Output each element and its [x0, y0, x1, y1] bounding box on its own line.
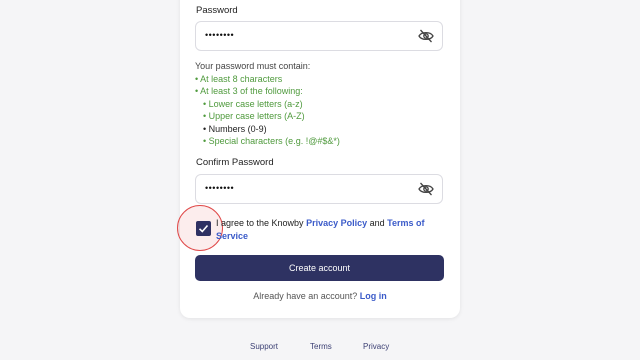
- requirement-item: • Numbers (0-9): [203, 123, 267, 134]
- create-account-button[interactable]: Create account: [195, 255, 444, 281]
- password-value: ••••••••: [205, 30, 235, 40]
- login-prompt: Already have an account? Log in: [180, 291, 460, 301]
- eye-slash-icon[interactable]: [418, 29, 434, 43]
- requirement-item: • Lower case letters (a-z): [203, 98, 303, 109]
- requirements-intro: Your password must contain:: [195, 61, 311, 71]
- agree-checkbox[interactable]: [196, 221, 211, 236]
- password-field[interactable]: ••••••••: [195, 21, 443, 51]
- agree-prefix: I agree to the Knowby: [216, 218, 307, 228]
- requirement-item: • Special characters (e.g. !@#$&*): [203, 136, 340, 146]
- eye-slash-icon[interactable]: [418, 182, 434, 196]
- confirm-password-label: Confirm Password: [196, 157, 274, 168]
- checkbox-checked: [196, 221, 211, 236]
- agree-text: I agree to the Knowby Privacy Policy and…: [216, 217, 436, 243]
- agree-middle: and: [367, 218, 388, 228]
- confirm-password-value: ••••••••: [205, 183, 235, 193]
- confirm-password-field[interactable]: ••••••••: [195, 174, 443, 204]
- footer-privacy-link[interactable]: Privacy: [363, 342, 389, 351]
- privacy-policy-link[interactable]: Privacy Policy: [306, 218, 367, 228]
- footer-terms-link[interactable]: Terms: [310, 342, 332, 351]
- requirement-item: • At least 3 of the following:: [195, 86, 303, 96]
- requirement-item: • Upper case letters (A-Z): [203, 111, 305, 121]
- login-prompt-text: Already have an account?: [253, 291, 360, 301]
- password-requirements: Your password must contain: • At least 8…: [195, 60, 340, 148]
- password-label: Password: [196, 5, 238, 16]
- login-link[interactable]: Log in: [360, 291, 387, 301]
- footer-support-link[interactable]: Support: [250, 342, 278, 351]
- requirement-item: • At least 8 characters: [195, 73, 283, 84]
